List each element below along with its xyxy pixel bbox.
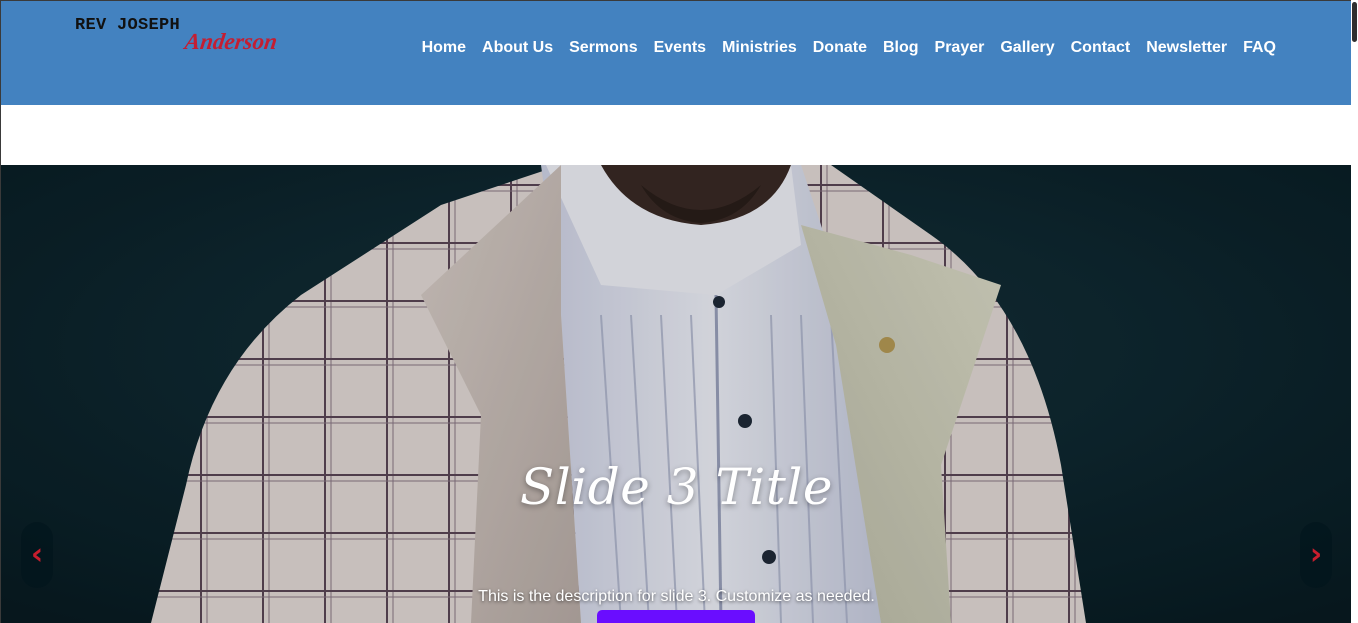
logo-name-line: REV JOSEPH bbox=[75, 16, 181, 35]
nav-donate[interactable]: Donate bbox=[813, 39, 867, 57]
next-slide-arrow-icon[interactable]: › bbox=[1300, 522, 1332, 588]
slide-description: This is the description for slide 3. Cus… bbox=[478, 588, 875, 605]
hero-slider: Slide 3 Title This is the description fo… bbox=[1, 165, 1352, 623]
slide-image bbox=[1, 165, 1352, 623]
nav-sermons[interactable]: Sermons bbox=[569, 39, 637, 57]
nav-contact[interactable]: Contact bbox=[1071, 39, 1131, 57]
nav-about-us[interactable]: About Us bbox=[482, 39, 553, 57]
nav-gallery[interactable]: Gallery bbox=[1000, 39, 1054, 57]
nav-prayer[interactable]: Prayer bbox=[935, 39, 985, 57]
nav-newsletter[interactable]: Newsletter bbox=[1146, 39, 1227, 57]
slide-title: Slide 3 Title bbox=[520, 458, 833, 516]
scrollbar-thumb[interactable] bbox=[1352, 2, 1357, 42]
nav-faq[interactable]: FAQ bbox=[1243, 39, 1276, 57]
slide-cta-button[interactable] bbox=[597, 610, 755, 623]
page-scrollbar[interactable] bbox=[1351, 0, 1358, 623]
prev-slide-arrow-icon[interactable]: ‹ bbox=[21, 522, 53, 588]
logo-surname-line: Anderson bbox=[183, 29, 279, 54]
site-logo[interactable]: REV JOSEPH Anderson bbox=[75, 16, 285, 62]
main-nav: Home About Us Sermons Events Ministries … bbox=[422, 39, 1276, 57]
nav-events[interactable]: Events bbox=[654, 39, 706, 57]
site-header: REV JOSEPH Anderson Home About Us Sermon… bbox=[1, 0, 1352, 105]
nav-blog[interactable]: Blog bbox=[883, 39, 919, 57]
nav-ministries[interactable]: Ministries bbox=[722, 39, 797, 57]
nav-home[interactable]: Home bbox=[422, 39, 466, 57]
page: REV JOSEPH Anderson Home About Us Sermon… bbox=[0, 0, 1358, 623]
